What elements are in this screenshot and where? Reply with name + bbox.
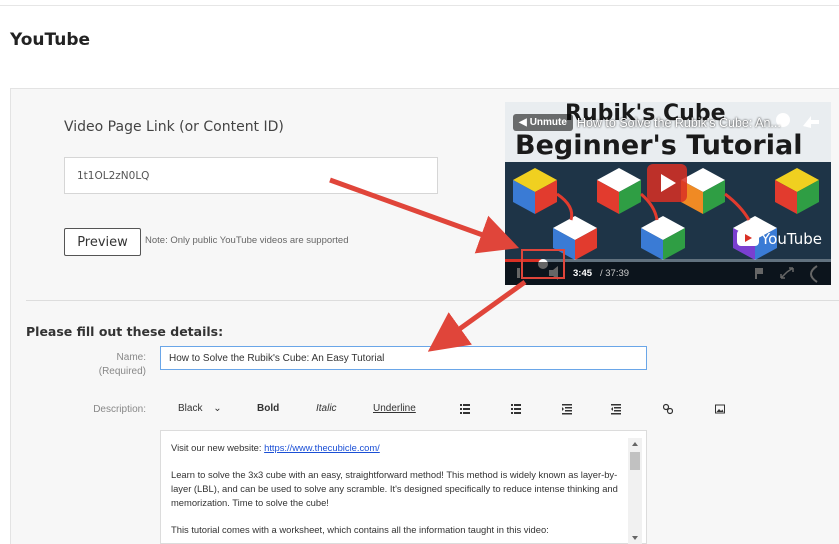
editor-scrollbar[interactable] [628,438,642,544]
description-label: Description: [93,404,146,415]
outdent-icon[interactable] [562,403,572,415]
website-link[interactable]: https://www.thecubicle.com/ [264,442,380,453]
link-icon[interactable] [663,403,673,415]
youtube-brand: YouTube [760,230,822,248]
description-line-1: Visit our new website: https://www.thecu… [171,441,631,455]
scroll-thumb [630,452,640,470]
description-para-3: This tutorial comes with a worksheet, wh… [171,524,549,535]
name-label-text: Name: [116,352,146,363]
editor-toolbar: Black ⌄ Bold Italic Underline [160,397,760,423]
current-time: 3:45 [573,268,593,279]
website-prefix: Visit our new website: [171,442,265,453]
video-controls [505,262,831,285]
section-divider [26,300,839,301]
description-editor[interactable]: Visit our new website: https://www.thecu… [160,430,647,544]
description-para-2: Learn to solve the 3x3 cube with an easy… [171,469,618,508]
preview-note: Note: Only public YouTube videos are sup… [145,235,349,246]
name-input[interactable] [160,346,647,370]
volume-muted-icon: ◀ [519,117,527,128]
thumbnail-text-2: Beginner's Tutorial [515,130,802,161]
description-content: Visit our new website: https://www.thecu… [171,441,631,544]
top-border [0,0,839,6]
video-link-label: Video Page Link (or Content ID) [64,119,284,135]
color-dropdown[interactable]: Black ⌄ [178,403,222,414]
unmute-label: Unmute [529,117,567,128]
numbered-list-icon[interactable] [511,403,521,415]
video-link-input[interactable] [64,157,438,194]
image-icon[interactable] [715,403,725,415]
bold-button[interactable]: Bold [257,403,279,414]
details-heading: Please fill out these details: [26,324,224,339]
page-title: YouTube [10,30,91,50]
name-required-text: (Required) [98,366,146,377]
italic-button[interactable]: Italic [316,403,337,414]
name-label: Name: (Required) [60,351,146,379]
unmute-button[interactable]: ◀ Unmute [513,114,573,131]
preview-button[interactable]: Preview [64,228,141,256]
chevron-down-icon: ⌄ [213,403,222,414]
underline-button[interactable]: Underline [373,403,416,414]
total-time: / 37:39 [600,268,630,279]
indent-icon[interactable] [611,403,621,415]
video-top-bar: ◀ Unmute How to Solve the Rubik's Cube: … [513,114,781,131]
video-player[interactable]: Rubik's Cube Beginner's Tutorial YouTube… [505,102,831,285]
video-title[interactable]: How to Solve the Rubik's Cube: An... [577,116,781,130]
bullet-list-icon[interactable] [460,403,470,415]
color-dropdown-label: Black [178,403,203,414]
